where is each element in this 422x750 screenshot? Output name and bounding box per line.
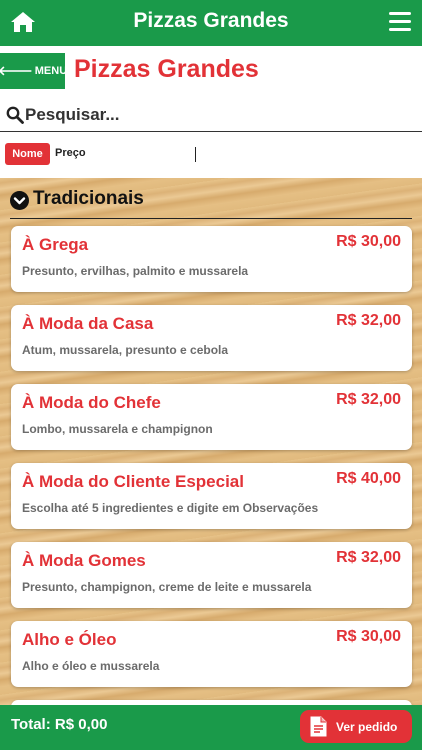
item-description: Presunto, ervilhas, palmito e mussarela: [22, 264, 249, 278]
sort-by-name-button[interactable]: Nome: [5, 143, 50, 165]
item-description: Lombo, mussarela e champignon: [22, 422, 213, 436]
document-icon: [310, 716, 327, 737]
item-description: Alho e óleo e mussarela: [22, 659, 160, 673]
item-name: À Moda da Casa: [22, 314, 154, 333]
item-description: Presunto, champignon, creme de leite e m…: [22, 580, 312, 594]
category-label: Tradicionais: [33, 188, 144, 209]
category-header[interactable]: Tradicionais: [10, 186, 412, 219]
arrow-left-icon: 🡐: [0, 63, 33, 78]
item-name: À Moda do Cliente Especial: [22, 472, 244, 491]
search-placeholder: Pesquisar...: [25, 105, 120, 124]
item-description: Atum, mussarela, presunto e cebola: [22, 343, 229, 357]
item-price: R$ 40,00: [336, 470, 401, 487]
back-to-menu-button[interactable]: 🡐 MENU: [0, 53, 68, 89]
text-cursor: [195, 147, 196, 162]
menu-item[interactable]: À Moda do Chefe R$ 32,00 Lombo, mussarel…: [11, 384, 412, 450]
search-input[interactable]: Pesquisar...: [0, 100, 422, 132]
back-button-label: MENU: [34, 65, 68, 77]
item-description: Escolha até 5 ingredientes e digite em O…: [22, 501, 319, 515]
item-price: R$ 32,00: [336, 549, 401, 566]
sort-bar: Nome Preço: [0, 132, 422, 178]
item-price: R$ 32,00: [336, 391, 401, 408]
order-total: Total: R$ 0,00: [11, 716, 108, 733]
top-app-bar: Pizzas Grandes: [0, 0, 422, 46]
item-name: Alho e Óleo: [22, 630, 117, 649]
menu-list: Tradicionais À Grega R$ 30,00 Presunto, …: [0, 178, 422, 705]
menu-item[interactable]: À Moda Gomes R$ 32,00 Presunto, champign…: [11, 542, 412, 608]
menu-item[interactable]: À Grega R$ 30,00 Presunto, ervilhas, pal…: [11, 226, 412, 292]
item-name: À Grega: [22, 235, 89, 254]
order-footer: Total: R$ 0,00 Ver pedido: [0, 705, 422, 750]
search-icon: [6, 106, 24, 124]
view-order-label: Ver pedido: [336, 719, 398, 734]
menu-item[interactable]: À Moda da Casa R$ 32,00 Atum, mussarela,…: [11, 305, 412, 371]
item-name: À Moda Gomes: [22, 551, 146, 570]
item-price: R$ 30,00: [336, 628, 401, 645]
page-title: Pizzas Grandes: [74, 55, 259, 83]
menu-item[interactable]: À Moda do Cliente Especial R$ 40,00 Esco…: [11, 463, 412, 529]
item-price: R$ 32,00: [336, 312, 401, 329]
item-name: À Moda do Chefe: [22, 393, 161, 412]
menu-item[interactable]: Alho e Óleo R$ 30,00 Alho e óleo e mussa…: [11, 621, 412, 687]
sort-by-price-button[interactable]: Preço: [55, 147, 86, 159]
hamburger-menu-icon[interactable]: [389, 12, 411, 32]
chevron-down-circle-icon: [10, 191, 29, 210]
item-price: R$ 30,00: [336, 233, 401, 250]
view-order-button[interactable]: Ver pedido: [300, 710, 412, 743]
app-bar-title: Pizzas Grandes: [133, 9, 289, 32]
